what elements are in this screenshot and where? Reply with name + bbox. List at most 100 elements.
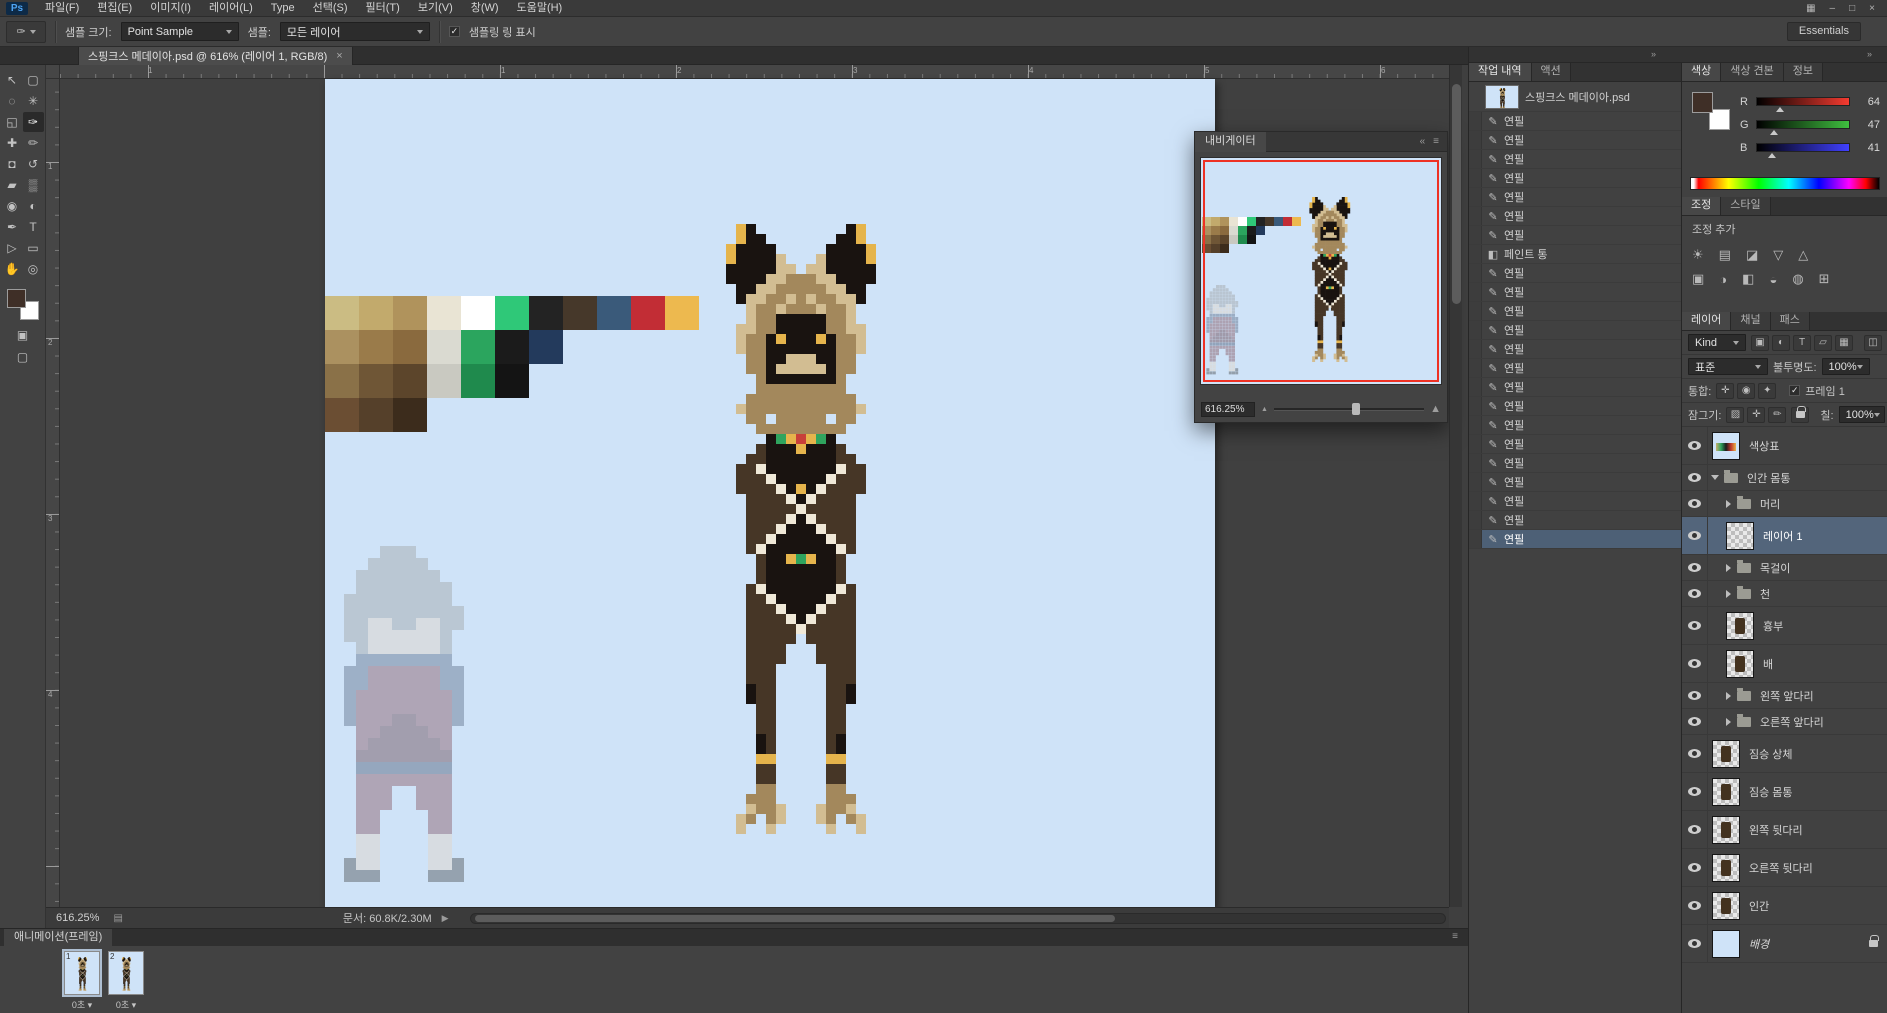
zoom-tool[interactable]: ◎ — [23, 259, 44, 279]
unify-visibility-icon[interactable]: ◉ — [1737, 383, 1755, 399]
path-select-tool[interactable]: ▷ — [2, 238, 23, 258]
layer-row-5[interactable]: 천 — [1682, 581, 1887, 607]
brightness-contrast-icon[interactable]: ☀ — [1692, 247, 1704, 263]
tab-layers-0[interactable]: 레이어 — [1682, 312, 1731, 330]
history-step-11[interactable]: ✎연필 — [1469, 321, 1681, 340]
visibility-toggle[interactable] — [1682, 773, 1708, 810]
sample-select[interactable]: 모든 레이어 — [280, 22, 430, 41]
filter-type-icon[interactable]: T — [1793, 335, 1811, 351]
history-source-well[interactable] — [1469, 492, 1482, 510]
history-source-well[interactable] — [1469, 226, 1482, 244]
quick-mask-button[interactable]: ▣ — [17, 328, 28, 342]
history-step-0[interactable]: ✎연필 — [1469, 112, 1681, 131]
crop-tool[interactable]: ◱ — [2, 112, 23, 132]
frame-thumbnail[interactable]: 2 — [108, 951, 144, 995]
history-step-21[interactable]: ✎연필 — [1469, 511, 1681, 530]
visibility-toggle[interactable] — [1682, 427, 1708, 464]
layer-row-3[interactable]: 레이어 1 — [1682, 517, 1887, 555]
shape-tool[interactable]: ▭ — [23, 238, 44, 258]
visibility-toggle[interactable] — [1682, 465, 1708, 490]
tab-layers-1[interactable]: 채널 — [1731, 312, 1770, 330]
fill-field[interactable]: 100% — [1839, 406, 1885, 423]
slider-handle[interactable] — [1768, 153, 1776, 158]
history-step-3[interactable]: ✎연필 — [1469, 169, 1681, 188]
slider-handle[interactable] — [1770, 130, 1778, 135]
history-step-6[interactable]: ✎연필 — [1469, 226, 1681, 245]
layer-row-8[interactable]: 왼쪽 앞다리 — [1682, 683, 1887, 709]
filter-shape-icon[interactable]: ▱ — [1814, 335, 1832, 351]
visibility-toggle[interactable] — [1682, 709, 1708, 734]
tab-history-1[interactable]: 액션 — [1532, 63, 1571, 81]
menu-item-0[interactable]: 파일(F) — [36, 0, 88, 16]
vibrance-icon[interactable]: △ — [1798, 247, 1808, 263]
history-source-well[interactable] — [1469, 283, 1482, 301]
color-swatch-pair[interactable] — [1692, 92, 1730, 130]
history-source-well[interactable] — [1469, 473, 1482, 491]
tab-adjustments-1[interactable]: 스타일 — [1721, 197, 1770, 215]
layer-filter-toggle[interactable]: ◫ — [1864, 335, 1882, 351]
history-step-15[interactable]: ✎연필 — [1469, 397, 1681, 416]
visibility-toggle[interactable] — [1682, 683, 1708, 708]
layer-filter-kind-select[interactable]: Kind — [1688, 334, 1746, 351]
foreground-color-swatch[interactable] — [7, 289, 26, 308]
navigator-title-bar[interactable]: 내비게이터 « ≡ — [1195, 132, 1447, 152]
menu-item-6[interactable]: 필터(T) — [357, 0, 409, 16]
zoom-slider-thumb[interactable] — [1352, 403, 1360, 415]
navigator-zoom-slider[interactable] — [1274, 408, 1424, 411]
black-white-icon[interactable]: ◧ — [1742, 271, 1754, 287]
collapse-caret-icon[interactable] — [1726, 500, 1731, 508]
history-source-well[interactable] — [1469, 207, 1482, 225]
horizontal-scrollbar-thumb[interactable] — [475, 915, 1115, 922]
unify-position-icon[interactable]: ✛ — [1716, 383, 1734, 399]
visibility-toggle[interactable] — [1682, 887, 1708, 924]
layer-row-10[interactable]: 짐승 상체 — [1682, 735, 1887, 773]
history-source-well[interactable] — [1469, 511, 1482, 529]
visibility-toggle[interactable] — [1682, 491, 1708, 516]
type-tool[interactable]: T — [23, 217, 44, 237]
zoom-in-icon[interactable]: ▲ — [1430, 403, 1441, 415]
document-tab[interactable]: 스핑크스 메데이아.psd @ 616% (레이어 1, RGB/8) × — [78, 47, 353, 65]
move-tool[interactable]: ↖ — [2, 70, 23, 90]
history-step-5[interactable]: ✎연필 — [1469, 207, 1681, 226]
collapse-panels-icon[interactable]: » — [1651, 49, 1656, 59]
history-source-well[interactable] — [1469, 340, 1482, 358]
quick-select-tool[interactable]: ✳ — [23, 91, 44, 111]
filter-adjustment-icon[interactable]: ◐ — [1772, 335, 1790, 351]
history-source-well[interactable] — [1469, 150, 1482, 168]
curves-icon[interactable]: ◪ — [1746, 247, 1758, 263]
history-source-well[interactable] — [1469, 359, 1482, 377]
zoom-out-icon[interactable]: ▲ — [1261, 406, 1268, 413]
tab-color-0[interactable]: 색상 — [1682, 63, 1721, 81]
collapse-panel-icon[interactable]: « — [1420, 136, 1426, 147]
animation-panel-menu-icon[interactable]: ≡ — [1452, 931, 1458, 942]
history-step-16[interactable]: ✎연필 — [1469, 416, 1681, 435]
history-step-20[interactable]: ✎연필 — [1469, 492, 1681, 511]
document-canvas[interactable] — [325, 79, 1215, 907]
history-step-8[interactable]: ✎연필 — [1469, 264, 1681, 283]
history-source-well[interactable] — [1469, 454, 1482, 472]
color-swatch-pair[interactable] — [7, 289, 39, 320]
rect-marquee-tool[interactable]: ▢ — [23, 70, 44, 90]
layer-row-12[interactable]: 왼쪽 뒷다리 — [1682, 811, 1887, 849]
history-source-well[interactable] — [1469, 169, 1482, 187]
layer-row-4[interactable]: 목걸이 — [1682, 555, 1887, 581]
visibility-toggle[interactable] — [1682, 645, 1708, 682]
screen-mode-button[interactable]: ▢ — [17, 350, 28, 364]
layer-row-7[interactable]: 배 — [1682, 645, 1887, 683]
layer-row-6[interactable]: 흉부 — [1682, 607, 1887, 645]
sample-size-select[interactable]: Point Sample — [121, 22, 239, 41]
unify-style-icon[interactable]: ✦ — [1758, 383, 1776, 399]
close-tab-icon[interactable]: × — [336, 50, 342, 62]
layer-row-15[interactable]: 배경 — [1682, 925, 1887, 963]
lock-paint-icon[interactable]: ✏ — [1768, 407, 1786, 423]
history-step-10[interactable]: ✎연필 — [1469, 302, 1681, 321]
eyedropper-tool[interactable]: ✑ — [23, 112, 44, 132]
menu-item-2[interactable]: 이미지(I) — [141, 0, 200, 16]
history-step-18[interactable]: ✎연필 — [1469, 454, 1681, 473]
menu-item-1[interactable]: 편집(E) — [88, 0, 141, 16]
workspace-switcher-button[interactable]: Essentials — [1787, 22, 1861, 41]
color-balance-icon[interactable]: ◑ — [1719, 272, 1727, 287]
menu-item-9[interactable]: 도움말(H) — [508, 0, 572, 16]
channel-mixer-icon[interactable]: ◍ — [1792, 271, 1803, 287]
propagate-frame-checkbox[interactable]: ✓ — [1789, 385, 1800, 396]
